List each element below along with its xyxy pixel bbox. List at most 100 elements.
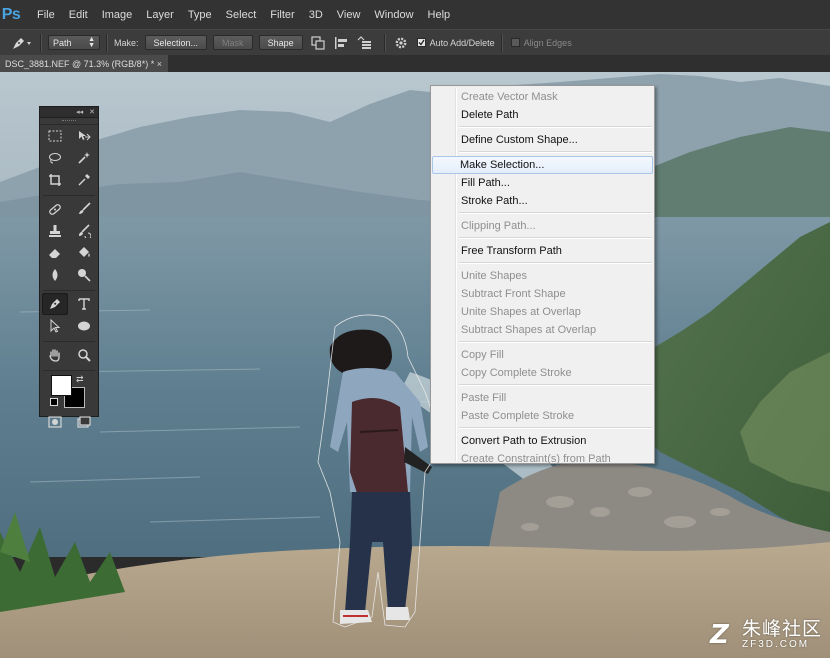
menu-separator — [459, 126, 652, 128]
eraser-tool-button[interactable] — [43, 243, 67, 263]
menu-separator — [459, 212, 652, 214]
tool-group-divider — [43, 366, 95, 371]
document-tab[interactable]: DSC_3881.NEF @ 71.3% (RGB/8*) * × — [0, 55, 168, 72]
menu-item-unite-shapes-at-overlap[interactable]: Unite Shapes at Overlap — [433, 303, 652, 321]
hand-tool-button[interactable] — [43, 345, 67, 365]
menu-file[interactable]: File — [30, 0, 62, 29]
menu-item-subtract-front-shape[interactable]: Subtract Front Shape — [433, 285, 652, 303]
menu-item-define-custom-shape[interactable]: Define Custom Shape... — [433, 131, 652, 149]
separator — [40, 33, 42, 52]
menu-item-unite-shapes[interactable]: Unite Shapes — [433, 267, 652, 285]
tool-mode-value: Path — [53, 37, 72, 48]
healing-brush-tool-button[interactable] — [43, 199, 67, 219]
menu-type[interactable]: Type — [181, 0, 219, 29]
tools-panel-grip[interactable] — [40, 118, 98, 125]
auto-add-delete-checkbox[interactable] — [416, 38, 426, 47]
crop-tool-button[interactable] — [43, 170, 67, 190]
close-panel-icon[interactable]: ✕ — [89, 108, 95, 116]
eyedropper-tool-icon — [78, 174, 90, 186]
options-bar: Path ▲ ▼ Make: Selection... Mask Shape A… — [0, 29, 830, 56]
menu-item-clipping-path[interactable]: Clipping Path... — [433, 217, 652, 235]
menu-item-convert-path-to-extrusion[interactable]: Convert Path to Extrusion — [433, 432, 652, 450]
menu-item-make-selection[interactable]: Make Selection... — [432, 156, 653, 174]
menu-item-stroke-path[interactable]: Stroke Path... — [433, 192, 652, 210]
align-edges-checkbox[interactable] — [510, 38, 520, 47]
ellipse-tool-button[interactable] — [72, 316, 96, 336]
default-colors-icon[interactable] — [50, 398, 58, 406]
menu-filter[interactable]: Filter — [263, 0, 301, 29]
marquee-tool-button[interactable] — [43, 126, 67, 146]
zoom-tool-button[interactable] — [72, 345, 96, 365]
tool-group-divider — [43, 337, 95, 342]
tool-preset-picker[interactable] — [8, 33, 34, 53]
menu-separator — [459, 384, 652, 386]
tool-mode-select[interactable]: Path ▲ ▼ — [48, 35, 100, 50]
menu-item-subtract-shapes-at-overlap[interactable]: Subtract Shapes at Overlap — [433, 321, 652, 339]
blur-tool-button[interactable] — [43, 265, 67, 285]
menu-select[interactable]: Select — [219, 0, 264, 29]
menu-edit[interactable]: Edit — [62, 0, 95, 29]
menu-3d[interactable]: 3D — [302, 0, 330, 29]
make-mask-button[interactable]: Mask — [213, 35, 253, 50]
blur-tool-icon — [52, 269, 57, 281]
menu-item-copy-complete-stroke[interactable]: Copy Complete Stroke — [433, 364, 652, 382]
make-selection-button[interactable]: Selection... — [144, 35, 208, 50]
type-tool-icon — [78, 298, 90, 310]
pen-tool-icon — [50, 299, 60, 309]
menu-item-delete-path[interactable]: Delete Path — [433, 106, 652, 124]
menu-item-copy-fill[interactable]: Copy Fill — [433, 346, 652, 364]
make-label: Make: — [114, 37, 139, 48]
foreground-color-swatch[interactable] — [51, 375, 72, 396]
path-operations-icon — [310, 35, 325, 50]
menu-item-paste-fill[interactable]: Paste Fill — [433, 389, 652, 407]
quick-mask-icon — [47, 416, 62, 428]
close-icon[interactable]: × — [157, 59, 162, 69]
path-alignment-button[interactable] — [332, 35, 350, 51]
move-tool-icon — [78, 131, 91, 141]
menu-item-free-transform-path[interactable]: Free Transform Path — [433, 242, 652, 260]
document-canvas[interactable] — [0, 72, 830, 658]
history-brush-tool-button[interactable] — [72, 221, 96, 241]
menu-item-create-vector-mask[interactable]: Create Vector Mask — [433, 88, 652, 106]
document-tab-bar: DSC_3881.NEF @ 71.3% (RGB/8*) * × — [0, 55, 830, 73]
quick-mask-button[interactable] — [43, 412, 67, 432]
menu-item-fill-path[interactable]: Fill Path... — [433, 174, 652, 192]
menu-view[interactable]: View — [330, 0, 368, 29]
clone-stamp-tool-icon — [48, 225, 61, 237]
chevron-updown-icon: ▲ ▼ — [88, 35, 95, 49]
path-selection-tool-button[interactable] — [43, 316, 67, 336]
marquee-tool-icon — [48, 130, 61, 142]
menu-help[interactable]: Help — [421, 0, 458, 29]
watermark-url: ZF3D.COM — [741, 639, 810, 650]
path-selection-tool-icon — [50, 319, 60, 333]
dodge-tool-button[interactable] — [72, 265, 96, 285]
screen-mode-button[interactable] — [72, 412, 96, 432]
make-shape-button[interactable]: Shape — [258, 35, 303, 50]
menu-separator — [459, 341, 652, 343]
type-tool-button[interactable] — [72, 294, 96, 314]
watermark: Z 朱峰社区 ZF3D.COM — [710, 619, 822, 650]
menu-window[interactable]: Window — [367, 0, 420, 29]
menu-item-paste-complete-stroke[interactable]: Paste Complete Stroke — [433, 407, 652, 425]
zoom-tool-icon — [77, 349, 91, 362]
paint-bucket-tool-button[interactable] — [72, 243, 96, 263]
eyedropper-tool-button[interactable] — [72, 170, 96, 190]
magic-wand-tool-button[interactable] — [72, 148, 96, 168]
brush-tool-button[interactable] — [72, 199, 96, 219]
document-tab-title: DSC_3881.NEF @ 71.3% (RGB/8*) * — [5, 58, 155, 69]
ellipse-tool-icon — [77, 321, 90, 331]
menu-item-create-constraints-from-path[interactable]: Create Constraint(s) from Path — [433, 450, 652, 468]
swap-colors-icon[interactable]: ⇄ — [76, 374, 84, 385]
path-arrangement-button[interactable] — [355, 35, 373, 51]
path-operations-button[interactable] — [309, 35, 327, 51]
menu-image[interactable]: Image — [95, 0, 140, 29]
menu-layer[interactable]: Layer — [139, 0, 181, 29]
tools-panel: ◂◂ ✕ ⇄ — [39, 106, 99, 428]
geometry-options-button[interactable] — [392, 35, 410, 51]
menu-separator — [459, 237, 652, 239]
move-tool-button[interactable] — [72, 126, 96, 146]
lasso-tool-button[interactable] — [43, 148, 67, 168]
clone-stamp-tool-button[interactable] — [43, 221, 67, 241]
pen-tool-button[interactable] — [42, 293, 68, 315]
collapse-panel-icon[interactable]: ◂◂ — [76, 108, 83, 116]
